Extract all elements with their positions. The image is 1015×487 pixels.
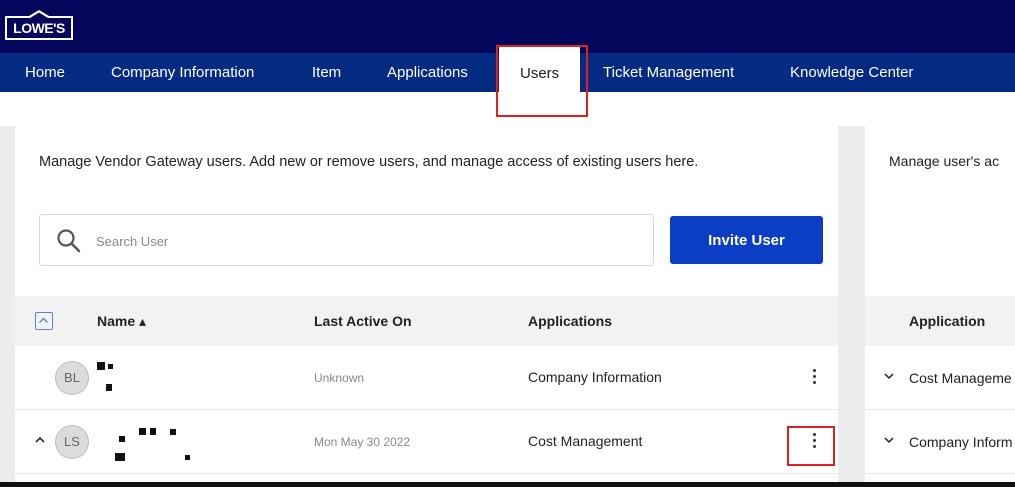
access-application-name: Company Inform xyxy=(909,434,1013,450)
users-table-header: Name ▴ Last Active On Applications xyxy=(15,296,838,346)
redacted-email xyxy=(185,455,190,460)
column-last-active: Last Active On xyxy=(314,313,412,329)
svg-text:LOWE'S: LOWE'S xyxy=(13,20,65,36)
search-user-input[interactable] xyxy=(96,229,636,253)
redacted-email xyxy=(115,453,125,461)
access-row[interactable]: Company Inform xyxy=(865,411,1015,474)
redacted-name xyxy=(119,436,125,442)
collapse-all-icon[interactable] xyxy=(35,312,53,330)
row-menu-icon[interactable] xyxy=(807,367,821,389)
redacted-name xyxy=(170,429,176,435)
users-panel: Manage Vendor Gateway users. Add new or … xyxy=(15,126,838,482)
avatar: LS xyxy=(55,425,89,459)
bottom-edge xyxy=(0,482,1015,487)
application-name: Cost Management xyxy=(528,433,643,449)
search-icon xyxy=(57,229,81,253)
lowes-logo[interactable]: LOWE'S xyxy=(3,9,75,41)
users-description: Manage Vendor Gateway users. Add new or … xyxy=(39,154,699,170)
access-table-header: Application xyxy=(865,296,1015,346)
row-menu-icon[interactable] xyxy=(807,431,821,453)
nav-ticket-management[interactable]: Ticket Management xyxy=(603,53,734,92)
table-row[interactable]: LS Mon May 30 2022 Cost Management xyxy=(15,411,838,474)
last-active-date: Unknown xyxy=(314,371,365,385)
chevron-down-icon[interactable] xyxy=(883,370,895,382)
redacted-name xyxy=(108,364,113,369)
access-row[interactable]: Cost Manageme xyxy=(865,347,1015,410)
main-nav: Home Company Information Item Applicatio… xyxy=(0,47,1015,100)
nav-knowledge-center[interactable]: Knowledge Center xyxy=(790,53,913,92)
search-box[interactable] xyxy=(39,214,654,266)
content-area: Manage Vendor Gateway users. Add new or … xyxy=(0,126,1015,482)
nav-subbar xyxy=(0,92,1015,126)
redacted-name xyxy=(139,428,146,435)
user-access-panel: Manage user's ac Application Cost Manage… xyxy=(865,126,1015,482)
redacted-name xyxy=(150,428,156,435)
brand-bar: LOWE'S xyxy=(0,0,1015,53)
access-description: Manage user's ac xyxy=(889,153,1000,169)
nav-item[interactable]: Item xyxy=(312,53,341,92)
column-application: Application xyxy=(909,313,986,329)
column-name[interactable]: Name ▴ xyxy=(97,296,146,346)
nav-home[interactable]: Home xyxy=(25,53,65,92)
chevron-down-icon[interactable] xyxy=(883,434,895,446)
last-active-date: Mon May 30 2022 xyxy=(314,435,411,449)
redacted-name xyxy=(97,362,105,370)
avatar: BL xyxy=(55,361,89,395)
redacted-email xyxy=(106,384,112,391)
invite-user-button[interactable]: Invite User xyxy=(670,216,823,264)
chevron-up-icon xyxy=(39,317,48,323)
column-applications: Applications xyxy=(528,313,613,329)
table-row[interactable]: BL Unknown Company Information xyxy=(15,347,838,410)
access-application-name: Cost Manageme xyxy=(909,370,1012,386)
application-name: Company Information xyxy=(528,369,662,385)
chevron-up-icon[interactable] xyxy=(33,433,47,447)
nav-company-information[interactable]: Company Information xyxy=(111,53,254,92)
nav-applications[interactable]: Applications xyxy=(387,53,468,92)
